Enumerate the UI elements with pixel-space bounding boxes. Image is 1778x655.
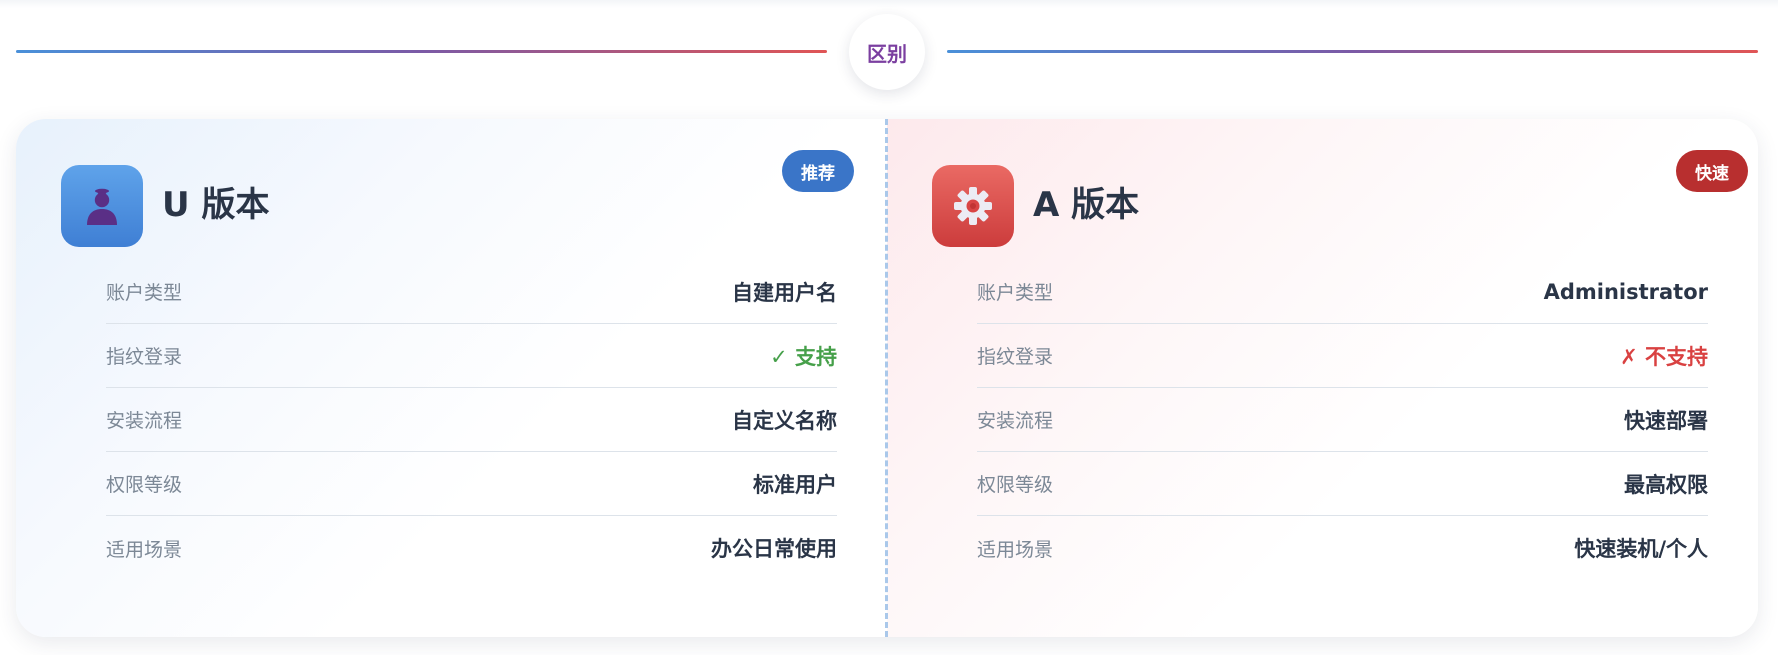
card-title: U 版本 xyxy=(162,185,270,225)
spec-value: 自定义名称 xyxy=(732,408,837,433)
user-icon xyxy=(61,165,143,247)
divider-line-right xyxy=(947,50,1758,53)
spec-value: 办公日常使用 xyxy=(711,537,837,561)
recommended-badge: 推荐 xyxy=(782,150,854,192)
spec-row-install-flow: 安装流程 快速部署 xyxy=(977,388,1708,452)
spec-label: 适用场景 xyxy=(977,538,1054,561)
spec-value: 快速部署 xyxy=(1624,408,1708,433)
spec-value: 快速装机/个人 xyxy=(1574,537,1708,561)
spec-value: 最高权限 xyxy=(1624,472,1708,497)
spec-row-account-type: 账户类型 Administrator xyxy=(977,260,1708,324)
spec-row-permission-level: 权限等级 标准用户 xyxy=(106,452,837,516)
spec-value: Administrator xyxy=(1543,279,1708,304)
user-silhouette-icon xyxy=(87,188,117,225)
fast-badge: 快速 xyxy=(1676,150,1748,192)
spec-row-permission-level: 权限等级 最高权限 xyxy=(977,452,1708,516)
spec-list: 账户类型 自建用户名 指纹登录 ✓ 支持 安装流程 自定义名称 权限等级 标准用… xyxy=(106,260,837,580)
divider-badge: 区别 xyxy=(849,14,925,90)
spec-list: 账户类型 Administrator 指纹登录 ✗ 不支持 安装流程 快速部署 … xyxy=(977,260,1708,580)
card-title: A 版本 xyxy=(1033,185,1140,225)
spec-value-supported: ✓ 支持 xyxy=(770,344,837,369)
dashed-separator xyxy=(885,119,888,637)
spec-row-use-case: 适用场景 办公日常使用 xyxy=(106,516,837,580)
spec-label: 账户类型 xyxy=(977,282,1054,304)
spec-label: 安装流程 xyxy=(977,410,1054,432)
gear-shape-icon xyxy=(954,187,992,225)
spec-value-unsupported: ✗ 不支持 xyxy=(1620,344,1708,369)
spec-value: 标准用户 xyxy=(753,472,837,497)
spec-label: 安装流程 xyxy=(106,410,183,432)
comparison-panel: 推荐 U 版本 账户类型 自建用户名 指纹登录 ✓ 支持 安装流程 自定义名称 xyxy=(16,119,1758,637)
spec-row-fingerprint: 指纹登录 ✓ 支持 xyxy=(106,324,837,388)
section-divider: 区别 xyxy=(16,14,1758,92)
gear-icon xyxy=(932,165,1014,247)
spec-label: 权限等级 xyxy=(977,474,1054,496)
divider-line-left xyxy=(16,50,827,53)
spec-row-use-case: 适用场景 快速装机/个人 xyxy=(977,516,1708,580)
spec-row-install-flow: 安装流程 自定义名称 xyxy=(106,388,837,452)
card-a-version: 快速 A 版本 账户类型 Administrator 指纹登录 ✗ 不支持 安装… xyxy=(887,119,1758,637)
card-u-version: 推荐 U 版本 账户类型 自建用户名 指纹登录 ✓ 支持 安装流程 自定义名称 xyxy=(16,119,887,637)
spec-label: 权限等级 xyxy=(106,474,183,496)
spec-row-account-type: 账户类型 自建用户名 xyxy=(106,260,837,324)
spec-label: 指纹登录 xyxy=(977,346,1054,368)
spec-row-fingerprint: 指纹登录 ✗ 不支持 xyxy=(977,324,1708,388)
spec-label: 指纹登录 xyxy=(106,346,183,368)
spec-value: 自建用户名 xyxy=(732,280,837,305)
spec-label: 账户类型 xyxy=(106,282,183,304)
spec-label: 适用场景 xyxy=(106,538,183,561)
top-shadow-strip xyxy=(0,0,1778,8)
